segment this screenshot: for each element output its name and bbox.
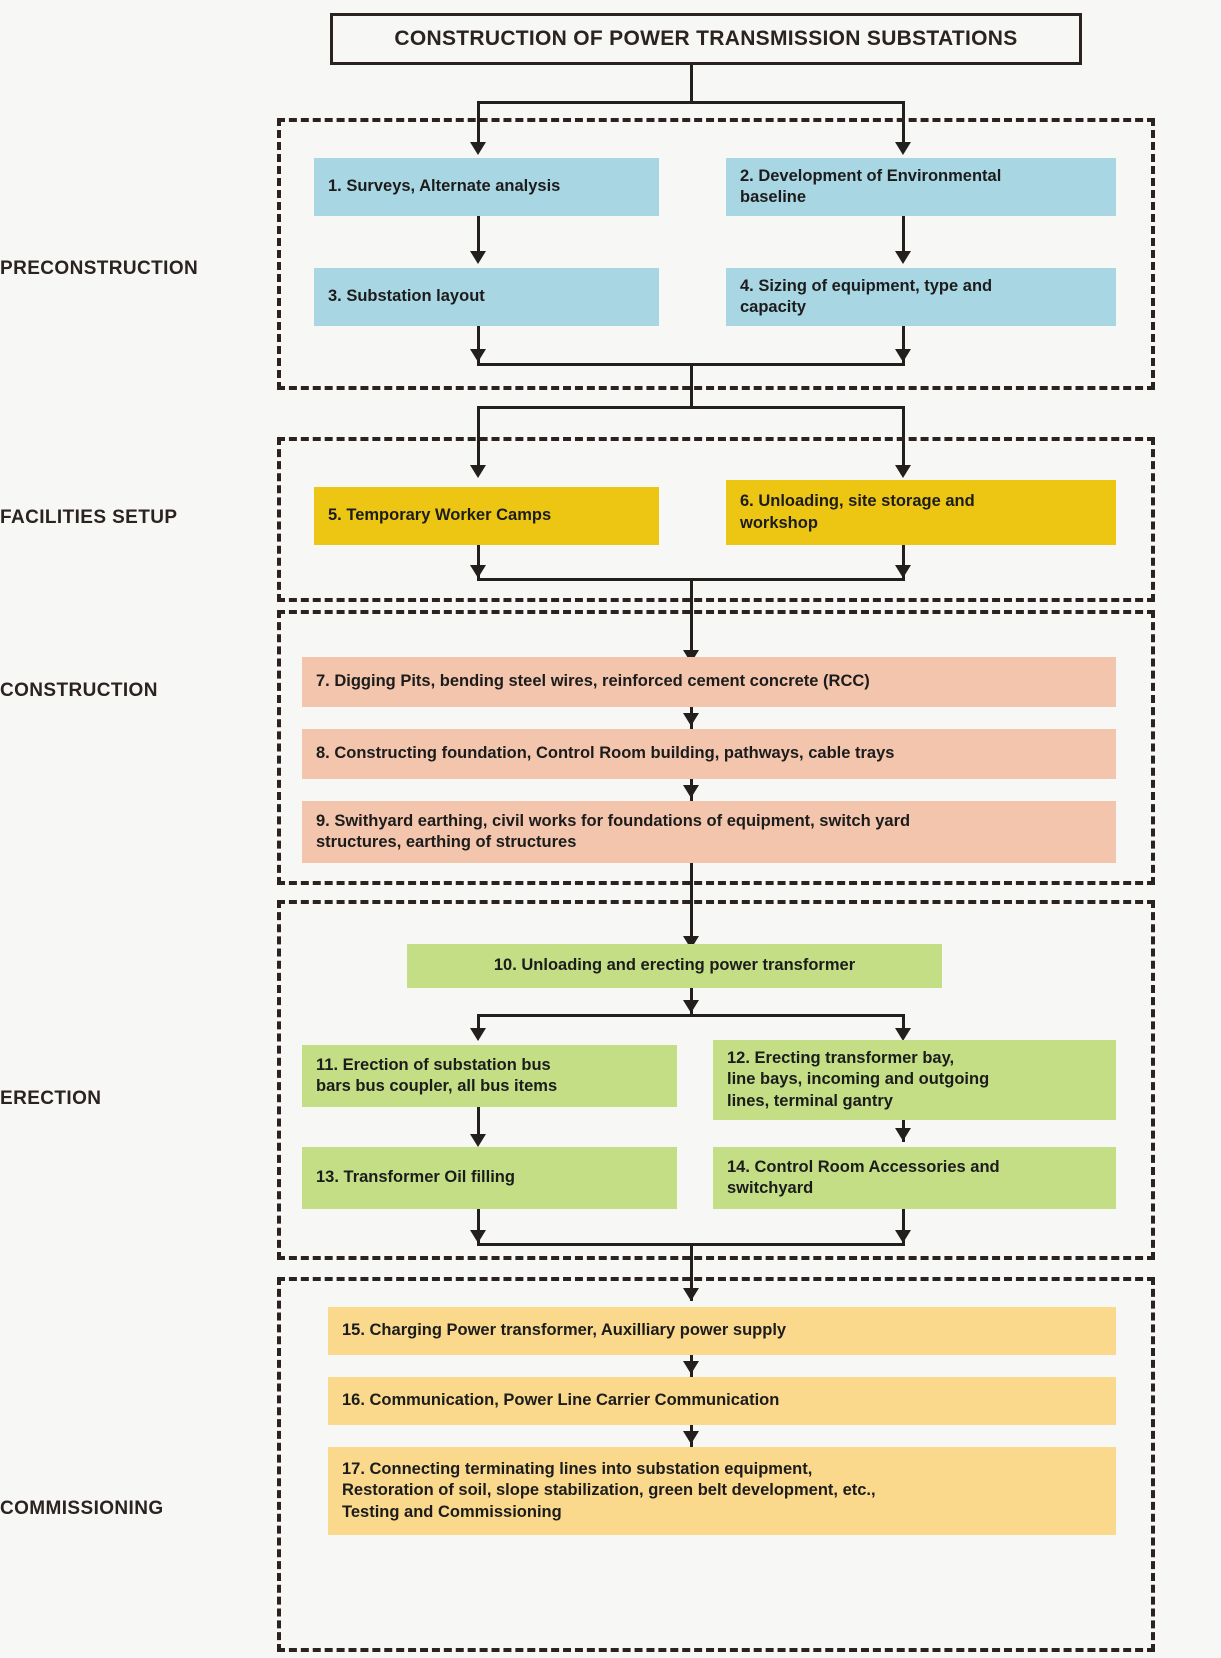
step-4-label: 4. Sizing of equipment, type and capacit…	[740, 276, 993, 316]
step-12-box[interactable]: 12. Erecting transformer bay, line bays,…	[713, 1040, 1116, 1120]
step-6-box[interactable]: 6. Unloading, site storage and workshop	[726, 480, 1116, 545]
connector-phase1-to-phase2	[690, 363, 693, 408]
arrow-11-to-13	[470, 1134, 486, 1147]
step-9-box[interactable]: 9. Swithyard earthing, civil works for f…	[302, 801, 1116, 863]
step-7-box[interactable]: 7. Digging Pits, bending steel wires, re…	[302, 657, 1116, 707]
connector-2-to-4	[902, 216, 905, 254]
arrow-10-down	[683, 1000, 699, 1013]
step-17-box[interactable]: 17. Connecting terminating lines into su…	[328, 1447, 1116, 1535]
step-13-box[interactable]: 13. Transformer Oil filling	[302, 1147, 677, 1209]
arrow-15-to-16	[683, 1361, 699, 1374]
arrow-4-merge	[895, 349, 911, 362]
step-10-label: 10. Unloading and erecting power transfo…	[493, 956, 856, 975]
flowchart-canvas: CONSTRUCTION OF POWER TRANSMISSION SUBST…	[0, 0, 1221, 1658]
step-2-box[interactable]: 2. Development of Environmental baseline	[726, 158, 1116, 216]
step-5-box[interactable]: 5. Temporary Worker Camps	[314, 487, 659, 545]
step-8-label: 8. Constructing foundation, Control Room…	[316, 744, 895, 763]
split-bus-erection	[477, 1014, 905, 1017]
diagram-title: CONSTRUCTION OF POWER TRANSMISSION SUBST…	[394, 27, 1018, 50]
step-16-label: 16. Communication, Power Line Carrier Co…	[342, 1391, 780, 1410]
arrow-3-merge	[470, 349, 486, 362]
step-15-label: 15. Charging Power transformer, Auxillia…	[342, 1321, 787, 1340]
arrow-13-merge	[470, 1230, 486, 1243]
phase-label-erection: ERECTION	[0, 1088, 102, 1109]
arrow-to-step11	[470, 1028, 486, 1041]
connector-title-bus	[477, 101, 905, 104]
arrow-12-to-14	[895, 1128, 911, 1141]
step-17-label: 17. Connecting terminating lines into su…	[342, 1460, 876, 1521]
phase-label-commissioning: COMMISSIONING	[0, 1498, 164, 1519]
step-1-box[interactable]: 1. Surveys, Alternate analysis	[314, 158, 659, 216]
step-5-label: 5. Temporary Worker Camps	[328, 506, 552, 525]
step-2-label: 2. Development of Environmental baseline	[740, 166, 1002, 206]
step-11-box[interactable]: 11. Erection of substation bus bars bus …	[302, 1045, 677, 1107]
step-1-label: 1. Surveys, Alternate analysis	[328, 177, 561, 196]
arrow-5-merge	[470, 565, 486, 578]
arrow-8-to-9	[683, 785, 699, 798]
split-bus-phase2	[477, 406, 905, 409]
phase-label-construction: CONSTRUCTION	[0, 680, 158, 701]
arrow-16-to-17	[683, 1431, 699, 1444]
step-15-box[interactable]: 15. Charging Power transformer, Auxillia…	[328, 1307, 1116, 1355]
connector-1-to-3	[477, 216, 480, 254]
arrow-7-to-8	[683, 713, 699, 726]
step-7-label: 7. Digging Pits, bending steel wires, re…	[316, 672, 870, 691]
diagram-title-box: CONSTRUCTION OF POWER TRANSMISSION SUBST…	[330, 13, 1082, 65]
connector-title-down	[690, 65, 693, 103]
step-12-label: 12. Erecting transformer bay, line bays,…	[727, 1049, 990, 1110]
step-3-label: 3. Substation layout	[328, 287, 485, 306]
step-6-label: 6. Unloading, site storage and workshop	[740, 492, 975, 532]
phase-label-facilities-setup: FACILITIES SETUP	[0, 507, 178, 528]
step-8-box[interactable]: 8. Constructing foundation, Control Room…	[302, 729, 1116, 779]
step-16-box[interactable]: 16. Communication, Power Line Carrier Co…	[328, 1377, 1116, 1425]
step-10-box[interactable]: 10. Unloading and erecting power transfo…	[407, 944, 942, 988]
step-13-label: 13. Transformer Oil filling	[316, 1168, 515, 1187]
step-11-label: 11. Erection of substation bus bars bus …	[316, 1055, 558, 1095]
step-9-label: 9. Swithyard earthing, civil works for f…	[316, 811, 911, 851]
arrow-1-to-3	[470, 251, 486, 264]
step-14-box[interactable]: 14. Control Room Accessories and switchy…	[713, 1147, 1116, 1209]
arrow-2-to-4	[895, 251, 911, 264]
arrow-14-merge	[895, 1230, 911, 1243]
phase-label-preconstruction: PRECONSTRUCTION	[0, 258, 199, 279]
step-4-box[interactable]: 4. Sizing of equipment, type and capacit…	[726, 268, 1116, 326]
arrow-6-merge	[895, 565, 911, 578]
step-14-label: 14. Control Room Accessories and switchy…	[727, 1157, 1000, 1197]
step-3-box[interactable]: 3. Substation layout	[314, 268, 659, 326]
